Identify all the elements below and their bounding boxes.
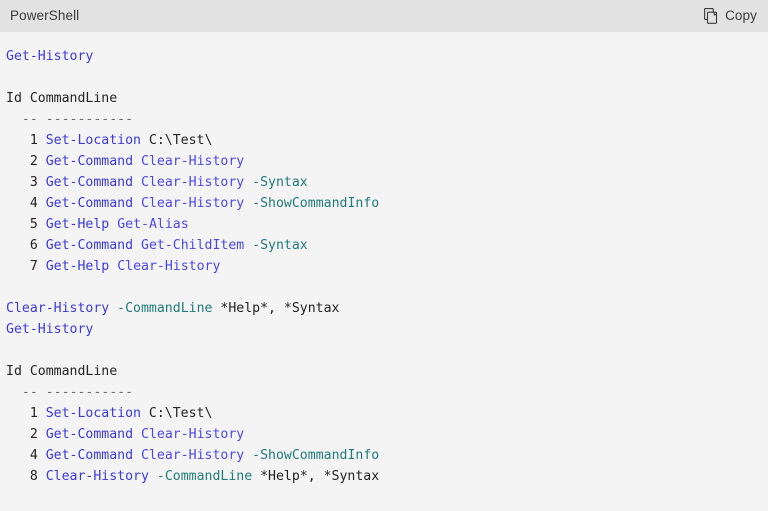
code-token-plain: C:\Test\ [140, 133, 213, 148]
code-token-arg: Clear-History [117, 259, 221, 274]
code-token-param: -Syntax [252, 175, 308, 190]
code-token-param: -ShowCommandInfo [252, 448, 380, 463]
code-line: 4 Get-Command Clear-History -ShowCommand… [6, 445, 768, 466]
code-token-arg: Clear-History [141, 196, 245, 211]
code-token-plain: 1 [6, 406, 46, 421]
code-token-dash: -- ----------- [6, 385, 134, 400]
code-line: 4 Get-Command Clear-History -ShowCommand… [6, 193, 768, 214]
code-line: -- ----------- [6, 382, 768, 403]
code-content-area[interactable]: Get-History Id CommandLine -- ----------… [0, 32, 768, 511]
code-line: 8 Clear-History -CommandLine *Help*, *Sy… [6, 466, 768, 487]
code-token-cmdlet: Get-Help [45, 217, 110, 232]
copy-button[interactable]: Copy [702, 6, 759, 26]
code-token-cmdlet: Clear-History [45, 469, 149, 484]
code-token-arg: Get-Alias [117, 217, 189, 232]
code-token-cmdlet: Set-Location [45, 133, 141, 148]
code-line: Id CommandLine [6, 361, 768, 382]
code-token-arg: Clear-History [141, 175, 245, 190]
code-block-header: PowerShell Copy [0, 0, 768, 32]
code-language-label: PowerShell [10, 8, 80, 23]
code-line: 5 Get-Help Get-Alias [6, 214, 768, 235]
code-token-cmdlet: Get-History [6, 322, 94, 337]
code-token-plain: 6 [6, 238, 46, 253]
code-token-cmdlet: Get-Command [45, 448, 134, 463]
code-token-cmdlet: Get-Command [45, 196, 134, 211]
code-token-cmdlet: Get-Help [45, 259, 110, 274]
code-token-arg: Clear-History [141, 448, 245, 463]
code-token-cmdlet: Get-Command [45, 238, 134, 253]
code-token-plain: Id CommandLine [6, 364, 118, 379]
code-token-plain: Id CommandLine [6, 91, 118, 106]
code-token-cmdlet: Get-Command [45, 175, 134, 190]
code-line: 6 Get-Command Get-ChildItem -Syntax [6, 235, 768, 256]
code-line: Id CommandLine [6, 88, 768, 109]
code-token-plain: 4 [6, 448, 46, 463]
code-token-plain: 3 [6, 175, 46, 190]
code-token-cmdlet: Get-History [6, 49, 94, 64]
code-token-param: -Syntax [252, 238, 308, 253]
code-token-arg: Clear-History [141, 427, 245, 442]
code-line: -- ----------- [6, 109, 768, 130]
code-token-plain: *Help*, *Syntax [212, 301, 340, 316]
code-token-cmdlet: Get-Command [45, 427, 134, 442]
code-token-arg: Clear-History [141, 154, 245, 169]
code-token-plain: 1 [6, 133, 46, 148]
code-token-param: -ShowCommandInfo [252, 196, 380, 211]
code-token-arg: Get-ChildItem [141, 238, 245, 253]
code-token-cmdlet: Get-Command [45, 154, 134, 169]
copy-button-label: Copy [725, 8, 757, 23]
code-text: Get-History Id CommandLine -- ----------… [6, 46, 768, 487]
code-token-plain: 2 [6, 427, 46, 442]
code-token-plain: 5 [6, 217, 46, 232]
code-line: 2 Get-Command Clear-History [6, 151, 768, 172]
code-token-dash: -- ----------- [6, 112, 134, 127]
code-line: 2 Get-Command Clear-History [6, 424, 768, 445]
code-line: Get-History [6, 319, 768, 340]
code-line: 3 Get-Command Clear-History -Syntax [6, 172, 768, 193]
code-line: Clear-History -CommandLine *Help*, *Synt… [6, 298, 768, 319]
code-line: Get-History [6, 46, 768, 67]
code-token-plain: 7 [6, 259, 46, 274]
code-token-plain: 2 [6, 154, 46, 169]
powershell-code-block: PowerShell Copy Get-History Id CommandLi… [0, 0, 768, 511]
code-token-plain: *Help*, *Syntax [252, 469, 380, 484]
code-line: 1 Set-Location C:\Test\ [6, 403, 768, 424]
code-token-plain: 4 [6, 196, 46, 211]
code-token-plain: 8 [6, 469, 46, 484]
code-token-param: -CommandLine [117, 301, 213, 316]
code-token-param: -CommandLine [156, 469, 253, 484]
copy-icon [704, 8, 719, 24]
code-token-cmdlet: Set-Location [45, 406, 141, 421]
code-line: 1 Set-Location C:\Test\ [6, 130, 768, 151]
code-token-cmdlet: Clear-History [6, 301, 110, 316]
code-token-plain: C:\Test\ [140, 406, 213, 421]
code-line: 7 Get-Help Clear-History [6, 256, 768, 277]
